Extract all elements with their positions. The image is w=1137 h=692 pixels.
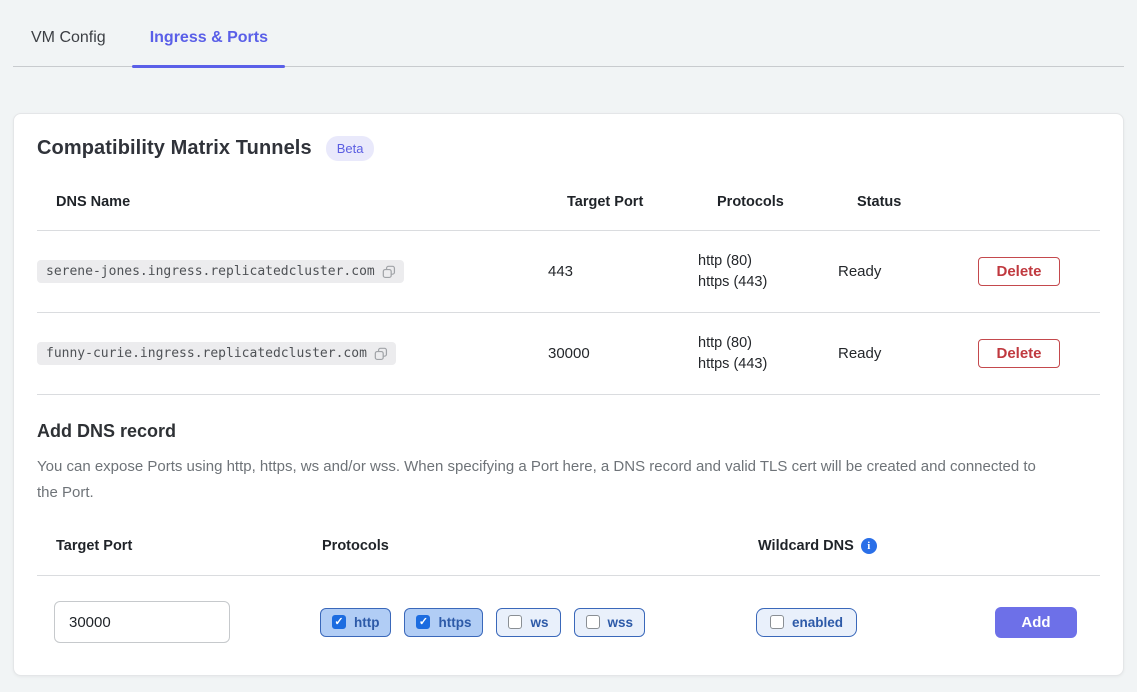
tunnels-table: DNS Name Target Port Protocols Status se… (37, 161, 1100, 395)
status-value: Ready (838, 263, 978, 280)
tab-bar: VM Config Ingress & Ports (13, 0, 1124, 67)
form-label-wildcard-dns: Wildcard DNS i (758, 538, 997, 554)
col-header-status: Status (857, 194, 997, 210)
checkbox-https[interactable]: https (404, 608, 483, 637)
table-row: funny-curie.ingress.replicatedcluster.co… (37, 313, 1100, 395)
protocol-line: https (443) (698, 272, 838, 293)
dns-name-text: serene-jones.ingress.replicatedcluster.c… (46, 264, 375, 279)
add-dns-record-description: You can expose Ports using http, https, … (37, 454, 1045, 506)
checkbox-box (508, 615, 522, 629)
checkbox-box (586, 615, 600, 629)
checkbox-ws[interactable]: ws (496, 608, 560, 637)
add-dns-record-title: Add DNS record (37, 421, 1100, 442)
card-title-row: Compatibility Matrix Tunnels Beta (37, 136, 1100, 161)
form-label-target-port: Target Port (56, 538, 322, 554)
tunnels-card: Compatibility Matrix Tunnels Beta DNS Na… (13, 113, 1124, 676)
col-header-dns-name: DNS Name (56, 194, 567, 210)
protocol-line: https (443) (698, 354, 838, 375)
form-input-row: http https ws wss enabled Add (37, 576, 1100, 643)
delete-button[interactable]: Delete (978, 257, 1060, 286)
table-header-row: DNS Name Target Port Protocols Status (37, 161, 1100, 231)
tab-vm-config[interactable]: VM Config (31, 0, 106, 66)
beta-badge: Beta (326, 136, 375, 161)
dns-name-text: funny-curie.ingress.replicatedcluster.co… (46, 346, 367, 361)
col-header-protocols: Protocols (717, 194, 857, 210)
dns-name-pill: funny-curie.ingress.replicatedcluster.co… (37, 342, 396, 365)
status-value: Ready (838, 345, 978, 362)
form-label-protocols: Protocols (322, 538, 758, 554)
form-header-row: Target Port Protocols Wildcard DNS i (37, 526, 1100, 576)
protocol-checkbox-group: http https ws wss (320, 608, 756, 637)
checkbox-http[interactable]: http (320, 608, 391, 637)
target-port-value: 30000 (548, 345, 698, 362)
card-title: Compatibility Matrix Tunnels (37, 137, 312, 160)
checkbox-wss[interactable]: wss (574, 608, 646, 637)
tab-ingress-ports[interactable]: Ingress & Ports (150, 0, 268, 66)
info-icon[interactable]: i (861, 538, 877, 554)
protocols-cell: http (80) https (443) (698, 251, 838, 293)
checkbox-box (770, 615, 784, 629)
dns-name-pill: serene-jones.ingress.replicatedcluster.c… (37, 260, 404, 283)
delete-button[interactable]: Delete (978, 339, 1060, 368)
checkbox-box (332, 615, 346, 629)
protocol-line: http (80) (698, 251, 838, 272)
checkbox-wildcard-enabled[interactable]: enabled (756, 608, 857, 637)
copy-icon[interactable] (374, 347, 388, 361)
protocol-line: http (80) (698, 333, 838, 354)
table-row: serene-jones.ingress.replicatedcluster.c… (37, 231, 1100, 313)
col-header-target-port: Target Port (567, 194, 717, 210)
protocols-cell: http (80) https (443) (698, 333, 838, 375)
checkbox-box (416, 615, 430, 629)
add-button[interactable]: Add (995, 607, 1077, 638)
target-port-value: 443 (548, 263, 698, 280)
target-port-input[interactable] (54, 601, 230, 643)
copy-icon[interactable] (382, 265, 396, 279)
